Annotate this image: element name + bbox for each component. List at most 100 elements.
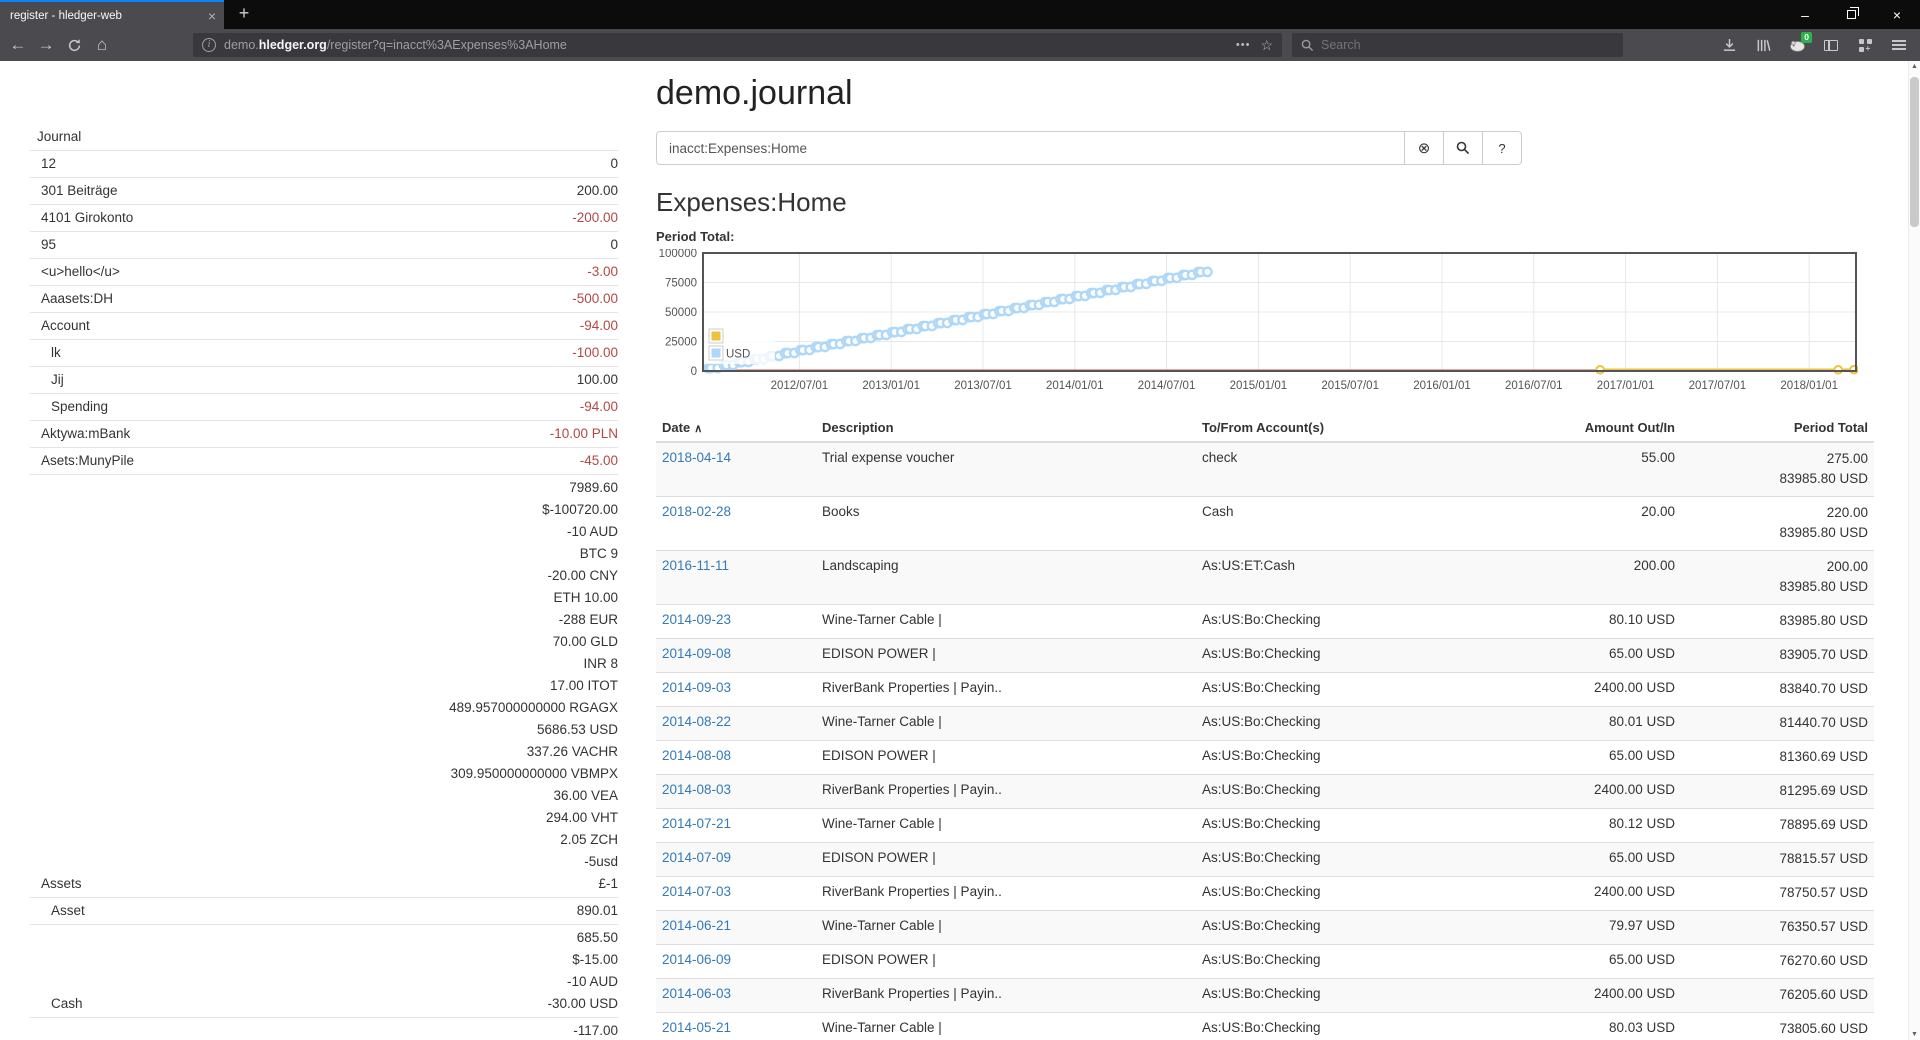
transaction-amount: 80.10 USD <box>1506 605 1681 639</box>
balance-amount: $-15.00 <box>547 949 618 971</box>
extensions-menu-button[interactable]: + <box>1852 32 1878 58</box>
page-scrollbar[interactable]: ▲ ▼ <box>1908 61 1920 1040</box>
transaction-date-link[interactable]: 2014-09-23 <box>662 612 731 627</box>
period-total-line: 83985.80 USD <box>1687 577 1868 597</box>
x-tick-label: 2013/07/01 <box>954 380 1012 392</box>
extension-button[interactable]: 0 <box>1784 32 1810 58</box>
column-header-amount[interactable]: Amount Out/In <box>1506 414 1681 442</box>
help-button[interactable]: ? <box>1482 131 1522 165</box>
account-link[interactable]: Asset <box>51 900 85 922</box>
query-input[interactable] <box>656 131 1405 165</box>
period-total-line: 81440.70 USD <box>1687 713 1868 733</box>
balance-amount: -500.00 <box>572 288 618 310</box>
transaction-description: EDISON POWER | <box>816 843 1196 877</box>
transaction-description: RiverBank Properties | Payin.. <box>816 775 1196 809</box>
register-chart: 2012/07/012013/01/012013/07/012014/01/01… <box>656 249 1882 402</box>
chart-title: Period Total: <box>656 229 1882 245</box>
account-link[interactable]: 301 Beiträge <box>41 180 118 202</box>
column-header-date[interactable]: Date∧ <box>656 414 816 442</box>
browser-search-box[interactable] <box>1292 33 1623 57</box>
account-link[interactable]: Assets <box>41 873 82 895</box>
transaction-date-link[interactable]: 2014-07-21 <box>662 816 731 831</box>
account-link[interactable]: Cash <box>51 993 83 1015</box>
account-link[interactable]: 4101 Girokonto <box>41 207 133 229</box>
period-total-line: 78895.69 USD <box>1687 815 1868 835</box>
period-total-cell: 81440.70 USD <box>1681 707 1874 741</box>
period-total-cell: 83985.80 USD <box>1681 605 1874 639</box>
library-button[interactable] <box>1750 32 1776 58</box>
account-link[interactable]: Aktywa:mBank <box>41 423 130 445</box>
page-actions-icon[interactable]: ••• <box>1236 39 1251 51</box>
browser-search-input[interactable] <box>1321 38 1581 52</box>
transaction-date-link[interactable]: 2014-08-22 <box>662 714 731 729</box>
account-link[interactable]: Asets:MunyPile <box>41 450 134 472</box>
x-tick-label: 2017/07/01 <box>1689 380 1747 392</box>
transaction-date-link[interactable]: 2014-09-08 <box>662 646 731 661</box>
transaction-date-link[interactable]: 2014-06-03 <box>662 986 731 1001</box>
account-link[interactable]: Aaasets:DH <box>41 288 113 310</box>
reload-button[interactable] <box>60 32 88 58</box>
column-header-period-total[interactable]: Period Total <box>1681 414 1874 442</box>
new-tab-button[interactable]: + <box>228 0 260 29</box>
x-tick-label: 2013/01/01 <box>862 380 920 392</box>
sidebar-toggle-button[interactable] <box>1818 32 1844 58</box>
search-button[interactable] <box>1443 131 1483 165</box>
account-link[interactable]: <u>hello</u> <box>41 261 120 283</box>
period-total-line: 200.00 <box>1687 557 1868 577</box>
minimize-button[interactable]: – <box>1782 0 1828 29</box>
library-icon <box>1756 38 1771 53</box>
account-link[interactable]: Spending <box>51 396 108 418</box>
back-button[interactable]: ← <box>4 32 32 58</box>
balance-amount: 200.00 <box>577 180 618 202</box>
transaction-date-link[interactable]: 2014-07-03 <box>662 884 731 899</box>
balance-amount: -45.00 <box>580 450 618 472</box>
transaction-accounts: As:US:Bo:Checking <box>1196 945 1506 979</box>
transaction-date-link[interactable]: 2016-11-11 <box>662 558 729 573</box>
scroll-down-icon[interactable]: ▼ <box>1909 1031 1920 1038</box>
account-link[interactable]: Account <box>41 315 90 337</box>
url-bar[interactable]: i demo.hledger.org/register?q=inacct%3AE… <box>193 33 1282 57</box>
x-tick-label: 2014/07/01 <box>1138 380 1196 392</box>
transaction-date-link[interactable]: 2018-02-28 <box>662 504 731 519</box>
account-link[interactable]: 95 <box>41 234 56 256</box>
period-total-line: 83840.70 USD <box>1687 679 1868 699</box>
forward-button[interactable]: → <box>32 32 60 58</box>
column-header-accounts[interactable]: To/From Account(s) <box>1196 414 1506 442</box>
hledger-web-page: Journal 120301 Beiträge200.004101 Giroko… <box>0 61 1920 1040</box>
transaction-date-link[interactable]: 2014-09-03 <box>662 680 731 695</box>
balance-amount: 17.00 ITOT <box>449 675 618 697</box>
scrollbar-thumb[interactable] <box>1910 77 1919 227</box>
transaction-date-link[interactable]: 2014-06-09 <box>662 952 731 967</box>
site-info-icon[interactable]: i <box>202 38 216 52</box>
account-link[interactable]: lk <box>51 342 61 364</box>
downloads-button[interactable] <box>1716 32 1742 58</box>
transaction-amount: 65.00 USD <box>1506 843 1681 877</box>
clear-query-button[interactable]: ⊗ <box>1404 131 1444 165</box>
column-header-description[interactable]: Description <box>816 414 1196 442</box>
transaction-date-link[interactable]: 2014-08-08 <box>662 748 731 763</box>
tab-close-icon[interactable]: × <box>200 8 224 24</box>
bookmark-star-icon[interactable]: ☆ <box>1260 37 1273 54</box>
balance-amount: -20.00 CNY <box>449 565 618 587</box>
period-total-line: 81295.69 USD <box>1687 781 1868 801</box>
transaction-date-link[interactable]: 2014-08-03 <box>662 782 731 797</box>
transaction-date-link[interactable]: 2014-07-09 <box>662 850 731 865</box>
transaction-date-link[interactable]: 2018-04-14 <box>662 450 731 465</box>
journal-link[interactable]: Journal <box>30 124 618 150</box>
home-button[interactable]: ⌂ <box>88 32 116 58</box>
x-tick-label: 2016/01/01 <box>1413 380 1471 392</box>
transaction-accounts: As:US:Bo:Checking <box>1196 877 1506 911</box>
period-total-cell: 200.0083985.80 USD <box>1681 551 1874 605</box>
restore-button[interactable] <box>1828 0 1874 29</box>
scroll-up-icon[interactable]: ▲ <box>1909 63 1920 70</box>
period-total-line: 83985.80 USD <box>1687 469 1868 489</box>
register-row: 2018-04-14Trial expense vouchercheck55.0… <box>656 442 1874 497</box>
app-menu-button[interactable] <box>1886 32 1912 58</box>
close-button[interactable]: × <box>1874 0 1920 29</box>
browser-tab[interactable]: register - hledger-web × <box>0 0 224 29</box>
transaction-date-link[interactable]: 2014-05-21 <box>662 1020 731 1035</box>
account-link[interactable]: 12 <box>41 153 56 175</box>
transaction-date-link[interactable]: 2014-06-21 <box>662 918 731 933</box>
account-link[interactable]: Jij <box>51 369 64 391</box>
period-total-line: 275.00 <box>1687 449 1868 469</box>
